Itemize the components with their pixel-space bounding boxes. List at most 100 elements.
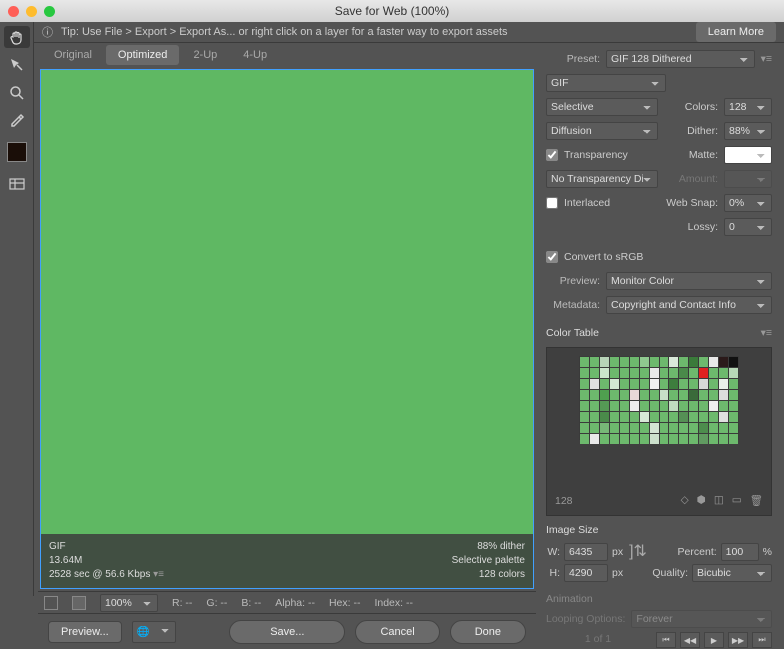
learn-more-button[interactable]: Learn More [696, 22, 776, 42]
animation-label: Animation [546, 593, 772, 605]
tip-text: Tip: Use File > Export > Export As... or… [61, 26, 508, 38]
height-label: H: [546, 567, 560, 579]
cancel-button[interactable]: Cancel [355, 620, 439, 644]
metadata-select[interactable]: Copyright and Contact Info [606, 296, 772, 314]
dither-label: Dither: [687, 125, 718, 137]
anim-play-button: ▶ [704, 632, 724, 648]
readout-alpha: Alpha: -- [275, 597, 315, 609]
save-button[interactable]: Save... [229, 620, 345, 644]
tab-original[interactable]: Original [42, 45, 104, 65]
transparency-checkbox[interactable] [546, 149, 558, 161]
tip-bar: ⓘ Tip: Use File > Export > Export As... … [34, 22, 784, 43]
frame-counter: 1 of 1 [546, 633, 650, 645]
metadata-label: Metadata: [546, 299, 600, 311]
readout-g: G: -- [206, 597, 227, 609]
preset-label: Preset: [546, 53, 600, 65]
settings-panel: Preset: GIF 128 Dithered ▾≡ GIF Selectiv… [540, 43, 780, 649]
zoom-select[interactable]: 100% [100, 594, 158, 612]
percent-input[interactable] [721, 543, 759, 561]
snap-to-web-icon[interactable]: ◇ [681, 494, 689, 507]
matte-label: Matte: [689, 149, 718, 161]
anim-last-button: ⏭ [752, 632, 772, 648]
websnap-label: Web Snap: [666, 197, 718, 209]
preview-palette: Selective palette [452, 554, 525, 568]
view-tabs: Original Optimized 2-Up 4-Up [38, 43, 536, 67]
looping-select: Forever [631, 610, 772, 628]
quality-select[interactable]: Bicubic [692, 564, 772, 582]
delete-color-icon[interactable]: 🗑 [750, 494, 763, 507]
px-label: px [612, 546, 623, 558]
looping-label: Looping Options: [546, 613, 625, 625]
transparency-amount-select [724, 170, 772, 188]
quality-label: Quality: [652, 567, 688, 579]
window-title: Save for Web (100%) [0, 4, 784, 18]
srgb-checkbox[interactable] [546, 251, 558, 263]
transparency-dither-select[interactable]: No Transparency Dit... [546, 170, 658, 188]
lossy-label: Lossy: [688, 221, 718, 233]
link-dimensions-icon[interactable]: ]⇅ [627, 546, 649, 557]
map-transparent-icon[interactable]: ◫ [714, 494, 724, 507]
lossy-select[interactable]: 0 [724, 218, 772, 236]
width-input[interactable] [564, 543, 608, 561]
tool-column [0, 22, 34, 596]
readout-index: Index: -- [374, 597, 413, 609]
websnap-select[interactable]: 0% [724, 194, 772, 212]
image-size-label: Image Size [546, 524, 772, 536]
preview-profile-label: Preview: [546, 275, 600, 287]
color-readout-swatch [44, 596, 58, 610]
browser-preview-select[interactable]: 🌐 [132, 621, 176, 643]
colortable-label: Color Table [546, 327, 599, 339]
titlebar: Save for Web (100%) [0, 0, 784, 22]
matte-select[interactable] [724, 146, 772, 164]
colors-select[interactable]: 128 [724, 98, 772, 116]
preview-profile-select[interactable]: Monitor Color [606, 272, 772, 290]
eyedropper-tool[interactable] [4, 110, 30, 132]
readout-r: R: -- [172, 597, 192, 609]
color-reduction-select[interactable]: Selective [546, 98, 658, 116]
slice-visibility-toggle[interactable] [4, 174, 30, 196]
colors-label: Colors: [685, 101, 718, 113]
preview-timing: 2528 sec @ 56.6 Kbps [49, 569, 150, 580]
readout-b: B: -- [241, 597, 261, 609]
px-label-2: px [612, 567, 623, 579]
interlaced-label: Interlaced [564, 197, 610, 209]
status-bar: 100% R: -- G: -- B: -- Alpha: -- Hex: --… [38, 591, 536, 613]
format-select[interactable]: GIF [546, 74, 666, 92]
height-input[interactable] [564, 564, 608, 582]
zoom-tool[interactable] [4, 82, 30, 104]
colortable-count: 128 [555, 495, 573, 507]
interlaced-checkbox[interactable] [546, 197, 558, 209]
color-table-grid[interactable] [579, 356, 739, 440]
preview-format: GIF [49, 540, 164, 554]
anim-next-button: ▶▶ [728, 632, 748, 648]
eyedropper-color-swatch[interactable] [7, 142, 27, 162]
color-table-panel: 128 ◇ ⬢ ◫ ▭ 🗑 [546, 347, 772, 516]
timing-menu-icon[interactable]: ▾≡ [153, 569, 164, 580]
tab-4up[interactable]: 4-Up [231, 45, 279, 65]
transparency-label: Transparency [564, 149, 628, 161]
preview-info-bar: GIF 13.64M 2528 sec @ 56.6 Kbps ▾≡ 88% d… [41, 534, 533, 588]
percent-label: Percent: [678, 546, 717, 558]
color-readout-swatch-2 [72, 596, 86, 610]
image-preview[interactable]: GIF 13.64M 2528 sec @ 56.6 Kbps ▾≡ 88% d… [40, 69, 534, 589]
preview-button[interactable]: Preview... [48, 621, 122, 643]
pct-sign: % [763, 546, 772, 558]
dither-amount-select[interactable]: 88% [724, 122, 772, 140]
anim-first-button: ⏮ [656, 632, 676, 648]
slice-select-tool[interactable] [4, 54, 30, 76]
colortable-menu-icon[interactable]: ▾≡ [761, 327, 772, 339]
anim-prev-button: ◀◀ [680, 632, 700, 648]
preset-menu-icon[interactable]: ▾≡ [761, 53, 772, 65]
preset-select[interactable]: GIF 128 Dithered [606, 50, 755, 68]
done-button[interactable]: Done [450, 620, 526, 644]
readout-hex: Hex: -- [329, 597, 361, 609]
dither-method-select[interactable]: Diffusion [546, 122, 658, 140]
add-color-icon[interactable]: ▭ [732, 494, 742, 507]
dialog-footer: Preview... 🌐 Save... Cancel Done [38, 613, 536, 649]
hand-tool[interactable] [4, 26, 30, 48]
lock-color-icon[interactable]: ⬢ [697, 494, 706, 507]
tab-optimized[interactable]: Optimized [106, 45, 180, 65]
srgb-label: Convert to sRGB [564, 251, 643, 263]
tab-2up[interactable]: 2-Up [181, 45, 229, 65]
preview-colors: 128 colors [452, 568, 525, 582]
